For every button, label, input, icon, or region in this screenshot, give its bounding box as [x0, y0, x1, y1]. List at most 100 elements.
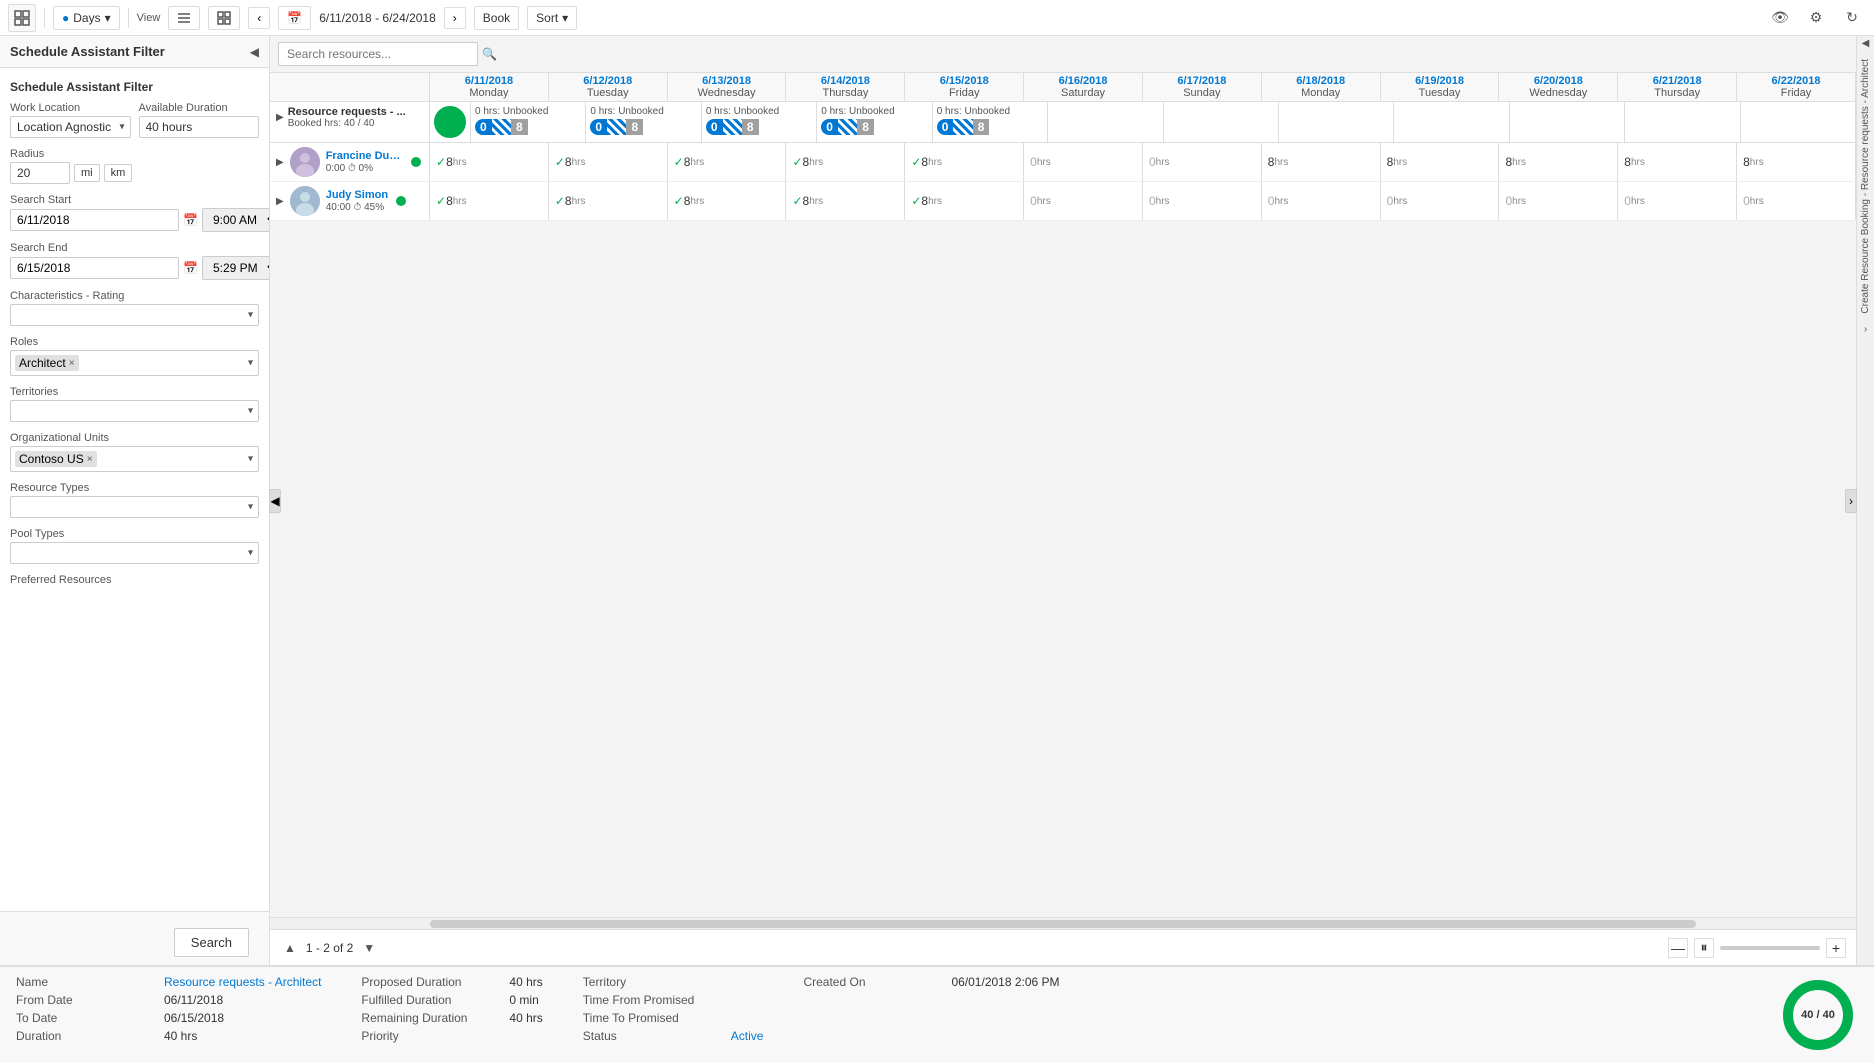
status-time-to-field: Time To Promised [583, 1011, 764, 1025]
radius-row: mi km [10, 162, 259, 184]
zoom-in-btn[interactable]: + [1826, 938, 1846, 958]
calendar-icon[interactable]: 📅 [278, 6, 311, 30]
status-status-label: Status [583, 1029, 723, 1043]
right-side-label[interactable]: Create Resource Booking - Resource reque… [1858, 51, 1873, 322]
left-panel-collapse-arrow[interactable]: ◀ [269, 489, 281, 513]
h-scroll-thumb[interactable] [430, 920, 1696, 928]
characteristics-field: Characteristics - Rating [10, 290, 259, 326]
resource-expand-francine[interactable]: ▶ [276, 157, 284, 168]
resource-sub-francine: 0:00 ⏱ 0% [326, 163, 403, 174]
next-btn[interactable]: › [444, 7, 466, 29]
res-cell-j3: ✓8hrs [786, 182, 905, 220]
pool-types-select[interactable] [10, 542, 259, 564]
res-cell-f3: ✓8hrs [786, 143, 905, 181]
res-cell-j11: 0hrs [1737, 182, 1856, 220]
resource-name-francine[interactable]: Francine Duran [326, 150, 403, 162]
search-start-time-select[interactable]: 9:00 AM [202, 208, 269, 232]
zoom-out-btn[interactable]: — [1668, 938, 1688, 958]
status-territory-label: Territory [583, 975, 723, 989]
org-units-input-wrapper: Contoso US × ▾ [10, 446, 259, 472]
resource-expand-judy[interactable]: ▶ [276, 196, 284, 207]
resource-types-select-wrapper [10, 496, 259, 518]
status-active-field: Status Active [583, 1029, 764, 1043]
status-proposed-value: 40 hrs [509, 975, 542, 989]
org-units-tag-remove[interactable]: × [87, 454, 93, 465]
resource-name-judy[interactable]: Judy Simon [326, 189, 388, 201]
collapse-left-btn[interactable]: ◀ [250, 45, 259, 59]
search-start-date-input[interactable] [10, 209, 179, 231]
search-end-cal-icon[interactable]: 📅 [183, 261, 198, 275]
resource-col-header [270, 73, 430, 101]
sort-btn[interactable]: Sort ▾ [527, 6, 577, 30]
search-end-field: Search End 📅 5:29 PM ▾ [10, 242, 259, 280]
work-location-select[interactable]: Location Agnostic [10, 116, 131, 138]
right-side-bottom-arrow[interactable]: › [1862, 322, 1869, 337]
right-panel-collapse-btn[interactable]: › [1845, 489, 1857, 513]
prev-btn[interactable]: ‹ [248, 7, 270, 29]
request-label-text: Resource requests - ... Booked hrs: 40 /… [288, 106, 406, 129]
donut-area: 40 / 40 [1778, 975, 1858, 1055]
search-btn-area: Search [0, 911, 269, 965]
right-side-panel: › ◀ Create Resource Booking - Resource r… [1856, 36, 1874, 965]
res-cell-f1: ✓8hrs [549, 143, 668, 181]
search-end-time-select[interactable]: 5:29 PM [202, 256, 269, 280]
resource-sub-judy: 40:00 ⏱ 45% [326, 202, 388, 213]
resource-types-select[interactable] [10, 496, 259, 518]
search-end-date-input[interactable] [10, 257, 179, 279]
search-start-cal-icon[interactable]: 📅 [183, 213, 198, 227]
pause-btn[interactable]: ⏸ [1694, 938, 1714, 958]
date-cell-0: 6/11/2018 Monday [430, 73, 549, 101]
booking-badge-2: 0 8 [706, 119, 812, 135]
refresh-icon[interactable]: ↻ [1838, 4, 1866, 32]
page-next-btn[interactable]: ▼ [359, 939, 379, 957]
res-cell-f5: 0hrs [1024, 143, 1143, 181]
org-units-tag-input[interactable]: Contoso US × [10, 446, 259, 472]
avatar-judy [290, 186, 320, 216]
zoom-slider[interactable] [1720, 946, 1820, 950]
unit-km-btn[interactable]: km [104, 164, 133, 182]
characteristics-select-wrapper [10, 304, 259, 326]
date-header: 6/11/2018 Monday 6/12/2018 Tuesday 6/13/… [270, 73, 1856, 102]
status-from-label: From Date [16, 993, 156, 1007]
available-duration-label: Available Duration [139, 102, 260, 114]
radius-input[interactable] [10, 162, 70, 184]
grid-icon[interactable] [8, 4, 36, 32]
days-dropdown[interactable]: ● Days ▾ [53, 6, 120, 30]
grid-view-btn[interactable] [208, 6, 240, 30]
roles-tag-input[interactable]: Architect × [10, 350, 259, 376]
date-cell-6: 6/17/2018 Sunday [1143, 73, 1262, 101]
status-to-value: 06/15/2018 [164, 1011, 224, 1025]
res-cell-j10: 0hrs [1618, 182, 1737, 220]
h-scrollbar[interactable] [270, 917, 1856, 929]
right-side-top-arrow[interactable]: ◀ [1860, 36, 1872, 51]
available-duration-input[interactable] [139, 116, 260, 138]
search-icon-btn[interactable]: 🔍 [478, 43, 501, 65]
status-name-value[interactable]: Resource requests - Architect [164, 975, 321, 989]
res-cell-f11: 8hrs [1737, 143, 1856, 181]
book-btn[interactable]: Book [474, 6, 519, 30]
territories-select[interactable] [10, 400, 259, 422]
status-status-value[interactable]: Active [731, 1029, 764, 1043]
filter-content: Schedule Assistant Filter Work Location … [0, 68, 269, 911]
status-fulfilled-value: 0 min [509, 993, 538, 1007]
status-to-field: To Date 06/15/2018 [16, 1011, 321, 1025]
donut-chart: 40 / 40 [1778, 975, 1858, 1055]
roles-tag-remove[interactable]: × [69, 358, 75, 369]
unit-mi-btn[interactable]: mi [74, 164, 100, 182]
res-cell-f7: 8hrs [1262, 143, 1381, 181]
settings-icon[interactable]: ⚙ [1802, 4, 1830, 32]
territories-label: Territories [10, 386, 259, 398]
req-cell-5 [1048, 102, 1163, 142]
characteristics-select[interactable] [10, 304, 259, 326]
search-input[interactable] [278, 42, 478, 66]
search-button[interactable]: Search [174, 928, 249, 957]
search-start-label: Search Start [10, 194, 259, 206]
date-cell-3: 6/14/2018 Thursday [786, 73, 905, 101]
status-fulfilled-label: Fulfilled Duration [361, 993, 501, 1007]
page-prev-btn[interactable]: ▲ [280, 939, 300, 957]
eye-icon[interactable]: 👁 [1766, 4, 1794, 32]
date-cell-8: 6/19/2018 Tuesday [1381, 73, 1500, 101]
list-view-btn[interactable] [168, 6, 200, 30]
res-cell-f8: 8hrs [1381, 143, 1500, 181]
request-expand-icon[interactable]: ▶ [276, 112, 284, 123]
